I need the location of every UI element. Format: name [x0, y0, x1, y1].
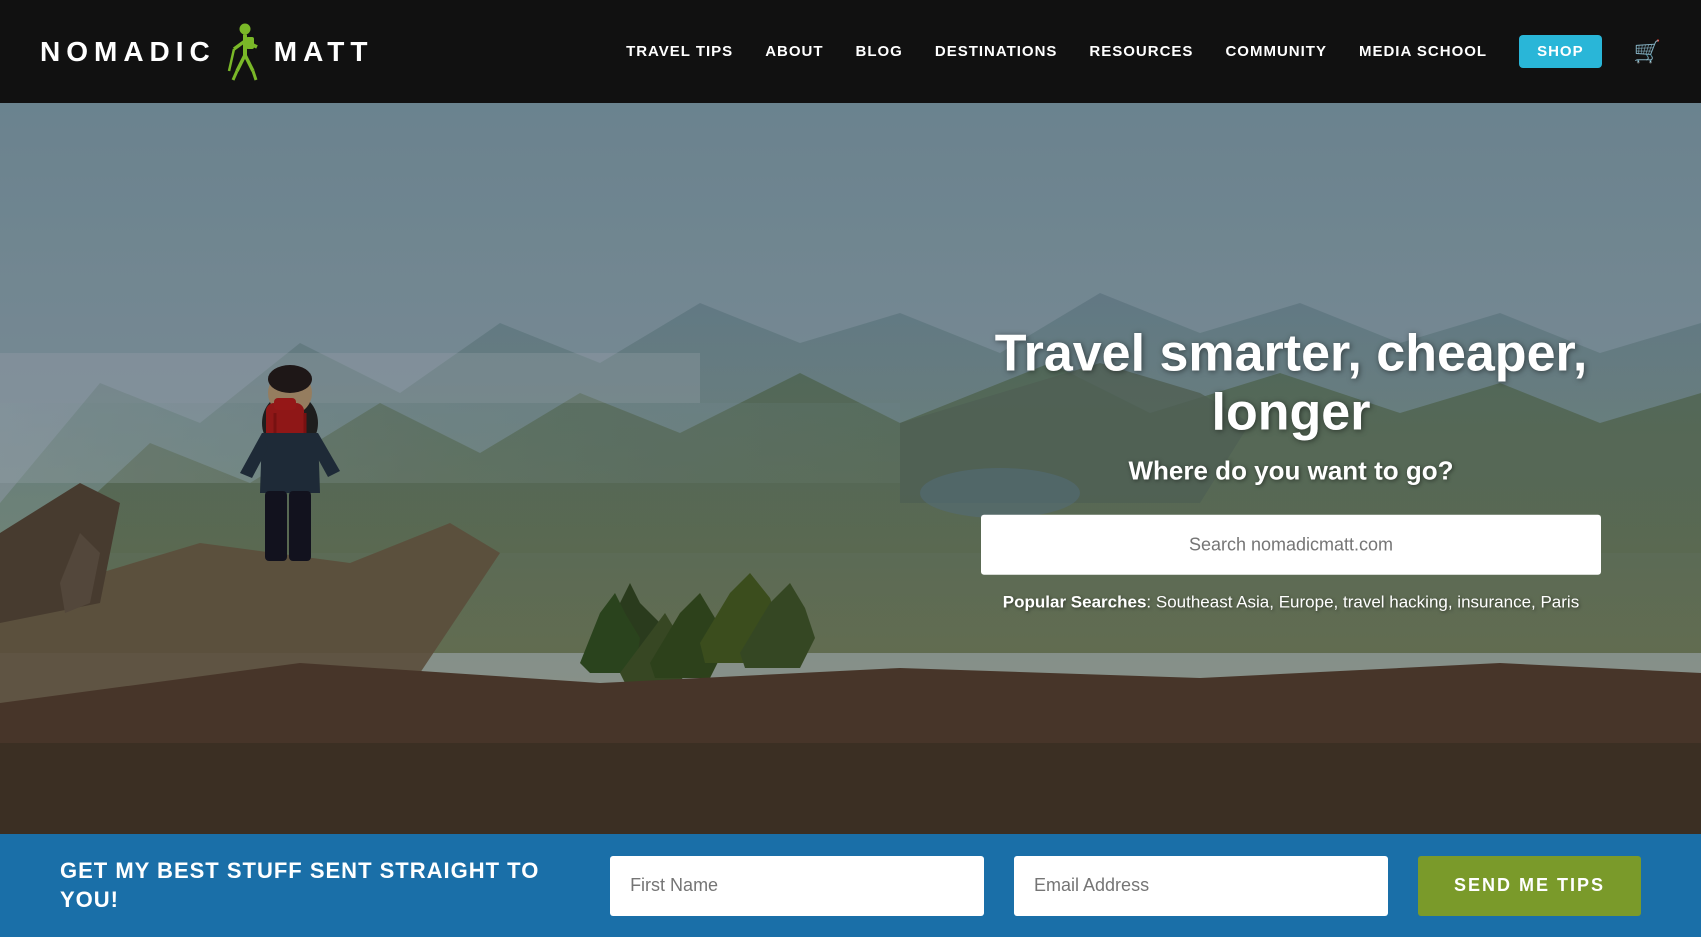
hero-subtitle: Where do you want to go? [981, 456, 1601, 487]
first-name-input[interactable] [610, 856, 984, 916]
hero-title: Travel smarter, cheaper, longer [981, 324, 1601, 444]
nav-shop[interactable]: SHOP [1519, 35, 1602, 68]
hero-content: Travel smarter, cheaper, longer Where do… [981, 324, 1601, 613]
send-tips-button[interactable]: SEND ME TIPS [1418, 856, 1641, 916]
nav-media-school[interactable]: MEDIA SCHOOL [1359, 43, 1487, 60]
main-nav: TRAVEL TIPS ABOUT BLOG DESTINATIONS RESO… [626, 35, 1661, 68]
popular-searches-list: : Southeast Asia, Europe, travel hacking… [1146, 593, 1579, 612]
popular-searches: Popular Searches: Southeast Asia, Europe… [981, 593, 1601, 613]
footer-signup-bar: GET MY BEST STUFF SENT STRAIGHT TO YOU! … [0, 834, 1701, 937]
nav-community[interactable]: COMMUNITY [1225, 43, 1327, 60]
hiker-logo-icon [224, 23, 266, 81]
hero-section: Travel smarter, cheaper, longer Where do… [0, 103, 1701, 834]
cart-icon[interactable]: 🛒 [1634, 39, 1661, 65]
nav-blog[interactable]: BLOG [856, 43, 903, 60]
logo-text-after: MATT [274, 36, 374, 68]
nav-destinations[interactable]: DESTINATIONS [935, 43, 1058, 60]
footer-cta-text: GET MY BEST STUFF SENT STRAIGHT TO YOU! [60, 857, 580, 914]
nav-travel-tips[interactable]: TRAVEL TIPS [626, 43, 733, 60]
nav-about[interactable]: ABOUT [765, 43, 823, 60]
header: NOMADIC MATT TRAVEL TIPS ABOUT BLOG DEST… [0, 0, 1701, 103]
popular-label: Popular Searches [1003, 593, 1147, 612]
logo-text-before: NOMADIC [40, 36, 216, 68]
search-input[interactable] [981, 515, 1601, 575]
logo[interactable]: NOMADIC MATT [40, 23, 373, 81]
email-input[interactable] [1014, 856, 1388, 916]
nav-resources[interactable]: RESOURCES [1089, 43, 1193, 60]
